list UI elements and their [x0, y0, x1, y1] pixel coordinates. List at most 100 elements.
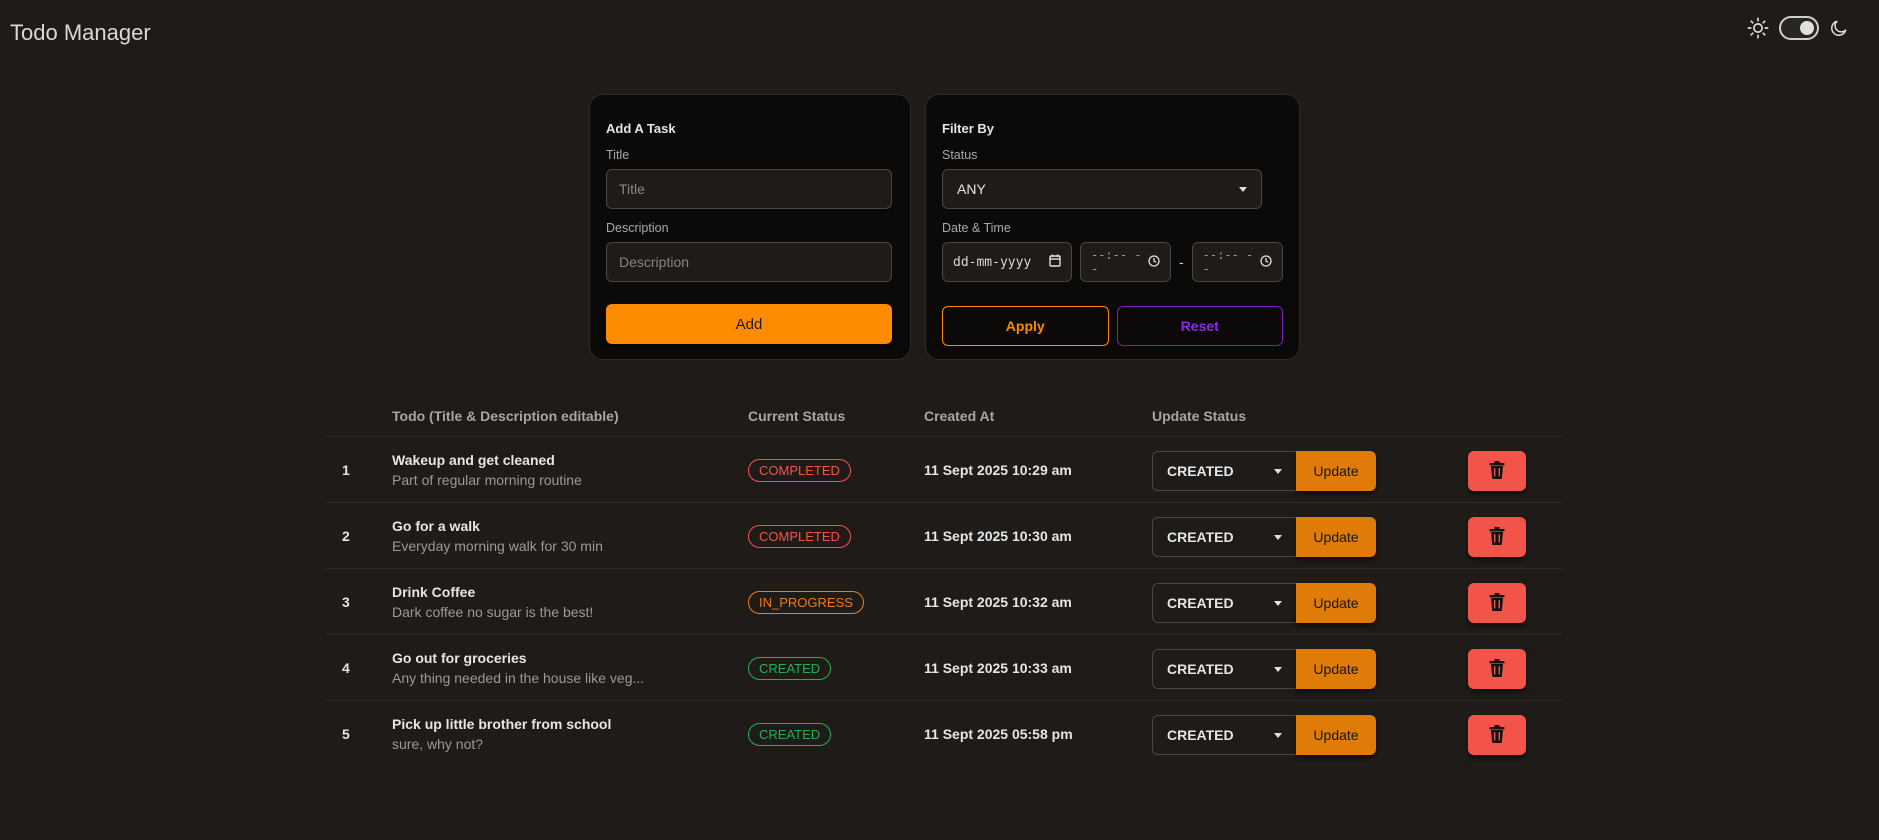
row-number: 5 — [342, 726, 350, 742]
datetime-row: dd-mm-yyyy --:-- -- - --:-- -- — [942, 242, 1283, 282]
todo-description[interactable]: Dark coffee no sugar is the best! — [392, 604, 593, 620]
update-status-value: CREATED — [1167, 595, 1234, 611]
update-button[interactable]: Update — [1296, 583, 1376, 623]
chevron-down-icon — [1274, 666, 1282, 672]
todo-cell[interactable]: Wakeup and get cleaned Part of regular m… — [392, 452, 582, 488]
header-created-at: Created At — [924, 408, 995, 424]
update-button[interactable]: Update — [1296, 649, 1376, 689]
todo-cell[interactable]: Go for a walk Everyday morning walk for … — [392, 518, 603, 554]
update-button[interactable]: Update — [1296, 451, 1376, 491]
header-update-status: Update Status — [1152, 408, 1247, 424]
update-button[interactable]: Update — [1296, 517, 1376, 557]
row-number: 1 — [342, 462, 350, 478]
todo-table: Todo (Title & Description editable) Curr… — [326, 400, 1562, 767]
time-from-input[interactable]: --:-- -- — [1080, 242, 1171, 282]
title-label: Title — [606, 148, 630, 162]
theme-switch[interactable] — [1779, 16, 1819, 40]
calendar-icon[interactable] — [1049, 254, 1061, 271]
todo-description[interactable]: Any thing needed in the house like veg..… — [392, 670, 644, 686]
status-select[interactable]: ANY — [942, 169, 1262, 209]
update-status-group: CREATED Update — [1152, 583, 1376, 623]
date-placeholder: dd-mm-yyyy — [953, 254, 1032, 270]
table-row: 4 Go out for groceries Any thing needed … — [326, 635, 1562, 701]
update-status-group: CREATED Update — [1152, 715, 1376, 755]
apply-button[interactable]: Apply — [942, 306, 1109, 346]
status-badge: COMPLETED — [748, 525, 851, 548]
trash-icon — [1489, 658, 1505, 680]
add-task-heading: Add A Task — [606, 121, 676, 136]
update-status-select[interactable]: CREATED — [1152, 715, 1296, 755]
datetime-label: Date & Time — [942, 221, 1011, 235]
row-number: 3 — [342, 594, 350, 610]
table-row: 3 Drink Coffee Dark coffee no sugar is t… — [326, 569, 1562, 635]
created-at: 11 Sept 2025 10:30 am — [924, 528, 1072, 544]
status-badge: IN_PROGRESS — [748, 591, 864, 614]
description-label: Description — [606, 221, 669, 235]
chevron-down-icon — [1274, 732, 1282, 738]
todo-description[interactable]: sure, why not? — [392, 736, 611, 752]
update-status-group: CREATED Update — [1152, 517, 1376, 557]
clock-icon[interactable] — [1260, 254, 1272, 270]
todo-title[interactable]: Go out for groceries — [392, 650, 644, 666]
status-cell: CREATED — [748, 657, 832, 680]
chevron-down-icon — [1274, 534, 1282, 540]
update-status-value: CREATED — [1167, 529, 1234, 545]
delete-button[interactable] — [1468, 583, 1526, 623]
todo-title[interactable]: Pick up little brother from school — [392, 716, 611, 732]
reset-button[interactable]: Reset — [1116, 306, 1283, 346]
todo-cell[interactable]: Drink Coffee Dark coffee no sugar is the… — [392, 584, 593, 620]
todo-cell[interactable]: Go out for groceries Any thing needed in… — [392, 650, 644, 686]
theme-switch-knob — [1800, 21, 1814, 35]
todo-title[interactable]: Go for a walk — [392, 518, 603, 534]
filter-actions: Apply Reset — [942, 306, 1283, 346]
status-badge: CREATED — [748, 657, 832, 680]
todo-description[interactable]: Everyday morning walk for 30 min — [392, 538, 603, 554]
add-task-card: Add A Task Title Description Add — [589, 94, 911, 360]
delete-button[interactable] — [1468, 715, 1526, 755]
update-status-group: CREATED Update — [1152, 649, 1376, 689]
update-status-select[interactable]: CREATED — [1152, 583, 1296, 623]
clock-icon[interactable] — [1148, 254, 1160, 270]
chevron-down-icon — [1274, 468, 1282, 474]
add-button[interactable]: Add — [606, 304, 892, 344]
time-range-separator: - — [1179, 254, 1184, 270]
status-cell: CREATED — [748, 723, 832, 746]
update-status-value: CREATED — [1167, 661, 1234, 677]
delete-button[interactable] — [1468, 451, 1526, 491]
delete-button[interactable] — [1468, 517, 1526, 557]
table-header: Todo (Title & Description editable) Curr… — [326, 400, 1562, 437]
table-row: 5 Pick up little brother from school sur… — [326, 701, 1562, 767]
delete-button[interactable] — [1468, 649, 1526, 689]
chevron-down-icon — [1274, 600, 1282, 606]
title-input[interactable] — [606, 169, 892, 209]
theme-toggle — [1747, 16, 1849, 40]
table-row: 2 Go for a walk Everyday morning walk fo… — [326, 503, 1562, 569]
row-number: 2 — [342, 528, 350, 544]
update-status-value: CREATED — [1167, 727, 1234, 743]
header-current-status: Current Status — [748, 408, 846, 424]
trash-icon — [1489, 460, 1505, 482]
update-status-value: CREATED — [1167, 463, 1234, 479]
update-status-select[interactable]: CREATED — [1152, 517, 1296, 557]
status-cell: COMPLETED — [748, 525, 851, 548]
todo-title[interactable]: Drink Coffee — [392, 584, 593, 600]
moon-icon — [1829, 18, 1849, 38]
created-at: 11 Sept 2025 10:29 am — [924, 462, 1072, 478]
description-input[interactable] — [606, 242, 892, 282]
created-at: 11 Sept 2025 05:58 pm — [924, 726, 1073, 742]
todo-cell[interactable]: Pick up little brother from school sure,… — [392, 716, 611, 752]
status-badge: COMPLETED — [748, 459, 851, 482]
update-status-select[interactable]: CREATED — [1152, 451, 1296, 491]
created-at: 11 Sept 2025 10:33 am — [924, 660, 1072, 676]
trash-icon — [1489, 526, 1505, 548]
filter-card: Filter By Status ANY Date & Time dd-mm-y… — [925, 94, 1300, 360]
app-title: Todo Manager — [10, 20, 151, 45]
header-todo: Todo (Title & Description editable) — [392, 408, 619, 424]
update-button[interactable]: Update — [1296, 715, 1376, 755]
todo-title[interactable]: Wakeup and get cleaned — [392, 452, 582, 468]
date-input[interactable]: dd-mm-yyyy — [942, 242, 1072, 282]
time-to-placeholder: --:-- -- — [1202, 248, 1254, 276]
todo-description[interactable]: Part of regular morning routine — [392, 472, 582, 488]
update-status-select[interactable]: CREATED — [1152, 649, 1296, 689]
time-to-input[interactable]: --:-- -- — [1191, 242, 1283, 282]
